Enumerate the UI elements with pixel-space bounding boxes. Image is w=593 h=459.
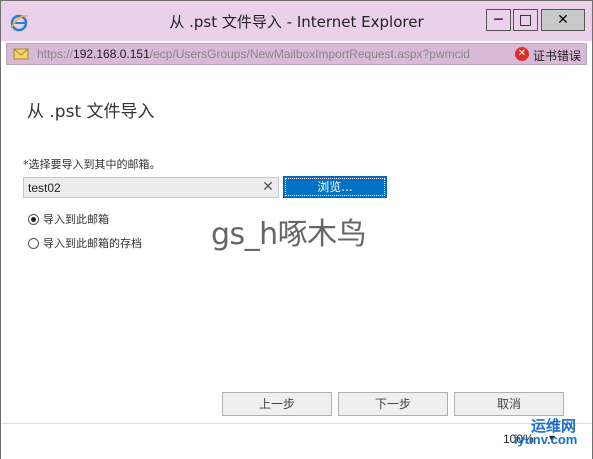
cert-error-label[interactable]: 证书错误: [533, 47, 581, 64]
url-host: 192.168.0.151: [73, 47, 150, 61]
radio-import-mailbox[interactable]: 导入到此邮箱: [28, 211, 109, 227]
cancel-button[interactable]: 取消: [454, 392, 564, 416]
maximize-button[interactable]: □: [513, 9, 538, 31]
ie-window: 从 .pst 文件导入 - Internet Explorer ─ □ ✕ ht…: [0, 0, 593, 459]
status-bar: 100% ▼: [1, 423, 592, 459]
clear-icon[interactable]: ✕: [260, 179, 276, 196]
radio-label: 导入到此邮箱的存档: [43, 237, 142, 250]
url-prefix: https://: [37, 47, 74, 61]
cert-error-icon[interactable]: ✕: [515, 47, 529, 61]
mailbox-instruction: *选择要导入到其中的邮箱。: [23, 158, 161, 171]
url-path: /ecp/UsersGroups/NewMailboxImportRequest…: [149, 47, 470, 61]
radio-label: 导入到此邮箱: [43, 213, 109, 226]
mailbox-input[interactable]: test02 ✕: [23, 177, 279, 198]
watermark-text: gs_h啄木鸟: [211, 217, 367, 252]
title-bar[interactable]: 从 .pst 文件导入 - Internet Explorer ─ □ ✕: [1, 1, 592, 41]
radio-checked-icon[interactable]: [28, 214, 39, 225]
next-button[interactable]: 下一步: [338, 392, 448, 416]
mailbox-value: test02: [28, 181, 61, 195]
site-logo-url: iyunv.com: [514, 432, 578, 447]
page-title: 从 .pst 文件导入: [27, 102, 155, 122]
url-text[interactable]: https://192.168.0.151/ecp/UsersGroups/Ne…: [37, 47, 505, 61]
close-button[interactable]: ✕: [541, 9, 585, 31]
radio-import-archive[interactable]: 导入到此邮箱的存档: [28, 235, 142, 251]
minimize-button[interactable]: ─: [486, 9, 511, 31]
mail-page-icon: [13, 48, 29, 60]
browse-button[interactable]: 浏览...: [283, 176, 387, 198]
address-bar[interactable]: https://192.168.0.151/ecp/UsersGroups/Ne…: [6, 43, 587, 65]
radio-unchecked-icon[interactable]: [28, 238, 39, 249]
previous-button[interactable]: 上一步: [222, 392, 332, 416]
